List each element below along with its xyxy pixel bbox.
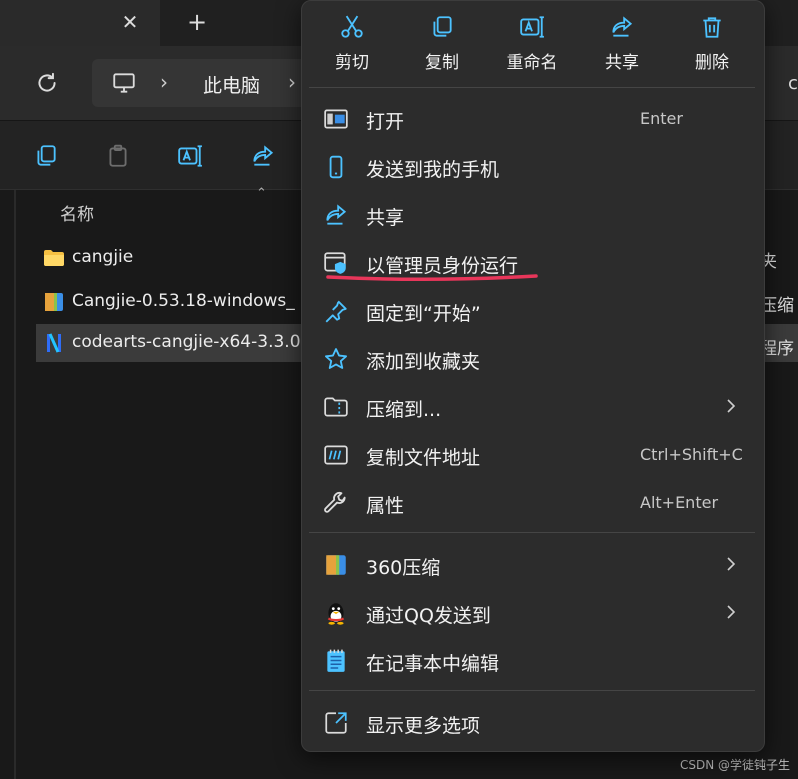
menu-item-add-to-favorites[interactable]: 添加到收藏夹 [309, 335, 755, 381]
new-tab-icon[interactable]: + [184, 8, 210, 36]
archive-360-icon [326, 555, 346, 575]
menu-item-compress-to[interactable]: 压缩到... [309, 383, 755, 429]
wrench-icon [324, 491, 346, 513]
rename-icon[interactable] [177, 143, 203, 169]
menu-item-show-more-options[interactable]: 显示更多选项 [309, 699, 755, 745]
paste-icon[interactable] [105, 143, 131, 169]
quick-action-label: 共享 [605, 53, 639, 73]
menu-item-label: 压缩到... [366, 399, 442, 421]
open-icon [324, 109, 348, 129]
menu-item-label: 添加到收藏夹 [366, 351, 481, 373]
quick-action-delete[interactable]: 删除 [672, 14, 752, 80]
menu-item-label: 复制文件地址 [366, 447, 481, 469]
breadcrumb-separator: › [160, 70, 168, 94]
file-name: codearts-cangjie-x64-3.3.0 [72, 332, 301, 352]
nav-pane-divider[interactable] [14, 190, 16, 779]
menu-item-label: 在记事本中编辑 [366, 653, 500, 675]
phone-icon [329, 155, 343, 179]
menu-item-send-to-phone[interactable]: 发送到我的手机 [309, 143, 755, 189]
zip-folder-icon [324, 397, 348, 417]
menu-item-label: 固定到“开始” [366, 303, 481, 325]
copy-icon [433, 16, 452, 37]
menu-item-open[interactable]: 打开 Enter [309, 95, 755, 141]
highlight-underline [326, 274, 538, 282]
quick-action-label: 删除 [695, 53, 729, 73]
share-icon [612, 16, 633, 37]
menu-divider [309, 532, 755, 533]
menu-item-label: 属性 [366, 495, 405, 517]
tab-close-icon[interactable]: ✕ [118, 8, 142, 36]
menu-item-shortcut: Enter [640, 109, 683, 128]
share-icon[interactable] [250, 143, 276, 169]
menu-item-shortcut: Ctrl+Shift+C [640, 445, 743, 464]
quick-action-label: 重命名 [506, 53, 558, 73]
menu-item-send-via-qq[interactable]: 通过QQ发送到 [309, 589, 755, 635]
delete-icon [703, 17, 721, 38]
qq-penguin-icon [327, 603, 345, 625]
quick-action-cut[interactable]: 剪切 [312, 14, 392, 80]
file-type-cell: 程序 [760, 339, 794, 359]
address-clipped-text: c [788, 73, 798, 94]
menu-item-properties[interactable]: 属性 Alt+Enter [309, 479, 755, 525]
column-header-name[interactable]: 名称 [60, 200, 94, 225]
quick-action-label: 剪切 [335, 53, 369, 73]
refresh-icon[interactable] [34, 70, 60, 96]
computer-icon [113, 73, 135, 93]
menu-divider [309, 87, 755, 88]
file-name: cangjie [72, 247, 134, 267]
menu-item-360-compress[interactable]: 360压缩 [309, 541, 755, 587]
quick-action-copy[interactable]: 复制 [402, 14, 482, 80]
chevron-right-icon [727, 557, 736, 571]
menu-item-label: 打开 [366, 111, 405, 133]
quick-action-label: 复制 [425, 53, 459, 73]
file-type-cell: 压缩 [760, 296, 794, 316]
file-row-archive[interactable]: Cangjie-0.53.18-windows_ [36, 283, 336, 321]
file-row-cangjie[interactable]: cangjie [36, 239, 336, 277]
menu-item-edit-in-notepad[interactable]: 在记事本中编辑 [309, 637, 755, 683]
notepad-icon [327, 649, 345, 672]
pin-icon [325, 300, 347, 323]
menu-item-share[interactable]: 共享 [309, 191, 755, 237]
breadcrumb-this-pc[interactable]: 此电脑 [203, 71, 260, 98]
quick-action-rename[interactable]: 重命名 [492, 14, 572, 80]
menu-item-shortcut: Alt+Enter [640, 493, 719, 512]
menu-item-pin-to-start[interactable]: 固定到“开始” [309, 287, 755, 333]
share-icon [326, 204, 347, 225]
folder-icon [44, 250, 64, 266]
quick-action-share[interactable]: 共享 [582, 14, 662, 80]
app-icon [47, 333, 61, 353]
menu-item-label: 发送到我的手机 [366, 159, 500, 181]
cut-icon [341, 15, 363, 38]
watermark: CSDN @学徒钝子生 [679, 758, 790, 772]
chevron-right-icon [727, 605, 736, 619]
menu-item-label: 360压缩 [366, 557, 441, 579]
more-options-icon [325, 712, 347, 734]
star-icon [325, 348, 347, 369]
breadcrumb-separator: › [288, 70, 296, 94]
menu-divider [309, 690, 755, 691]
chevron-right-icon [727, 399, 736, 413]
copy-icon[interactable] [33, 143, 59, 169]
menu-item-label: 通过QQ发送到 [366, 605, 491, 627]
menu-item-label: 显示更多选项 [366, 715, 481, 737]
sort-up-icon: ⌃ [256, 186, 267, 201]
file-name: Cangjie-0.53.18-windows_ [72, 291, 295, 311]
menu-item-label: 共享 [366, 207, 405, 229]
rename-icon [520, 16, 544, 38]
menu-item-copy-path[interactable]: 复制文件地址 Ctrl+Shift+C [309, 431, 755, 477]
copy-path-icon [324, 445, 348, 465]
archive-icon [45, 293, 63, 311]
